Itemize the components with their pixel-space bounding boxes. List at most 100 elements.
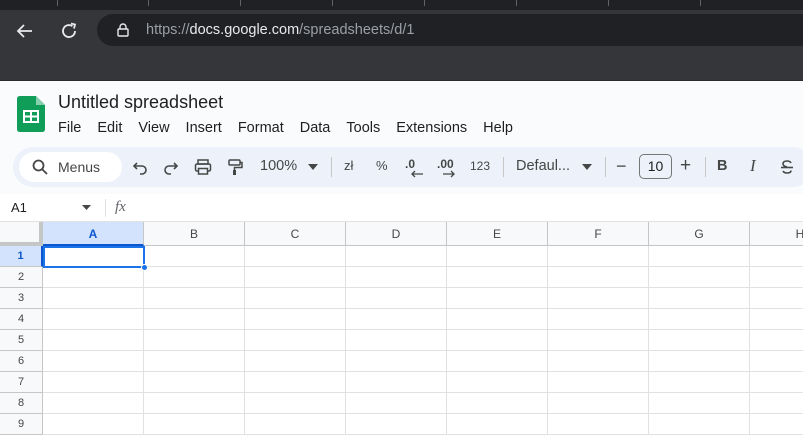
paint-format-icon [228, 159, 243, 175]
menus-search-label: Menus [58, 159, 101, 175]
arrow-right-icon [443, 170, 455, 178]
strikethrough-icon [781, 160, 793, 174]
print-button[interactable] [193, 155, 213, 179]
column-header-a[interactable]: A [43, 222, 144, 246]
menu-tools[interactable]: Tools [338, 118, 388, 140]
formula-bar: A1 fx [0, 194, 803, 222]
percent-format-button[interactable]: % [376, 158, 388, 173]
site-info-icon[interactable] [116, 23, 130, 37]
document-title[interactable]: Untitled spreadsheet [58, 92, 223, 113]
row-header-5[interactable]: 5 [0, 330, 43, 351]
browser-tab[interactable] [608, 0, 609, 6]
menu-insert[interactable]: Insert [178, 118, 230, 140]
toolbar-divider [705, 157, 706, 177]
more-formats-button[interactable]: 123 [470, 159, 490, 173]
menu-file[interactable]: File [50, 118, 89, 140]
menu-edit[interactable]: Edit [89, 118, 130, 140]
increase-decimal-button[interactable]: .00 [437, 157, 461, 179]
gridline [43, 308, 803, 309]
browser-tab[interactable] [332, 0, 333, 6]
menus-search-button[interactable]: Menus [19, 152, 122, 182]
back-button[interactable] [12, 18, 38, 44]
currency-format-button[interactable]: zł [344, 158, 353, 173]
paint-format-button[interactable] [225, 155, 245, 179]
browser-tab[interactable] [57, 0, 58, 6]
gridline [43, 413, 803, 414]
browser-tab[interactable] [148, 0, 149, 6]
browser-tab[interactable] [700, 0, 701, 6]
sheets-header: Untitled spreadsheet File Edit View Inse… [0, 81, 803, 143]
font-size-input[interactable]: 10 [639, 154, 672, 179]
row-header-1[interactable]: 1 [0, 246, 43, 267]
gridline [547, 246, 548, 435]
formula-bar-divider [105, 199, 106, 217]
print-icon [194, 159, 212, 175]
italic-button[interactable]: I [750, 156, 756, 176]
toolbar-divider [503, 157, 504, 177]
url-field[interactable]: https://docs.google.com/spreadsheets/d/1 [97, 14, 803, 46]
fill-handle[interactable] [141, 264, 148, 271]
redo-icon [164, 162, 179, 175]
browser-tab[interactable] [240, 0, 241, 6]
name-box-caret-icon[interactable] [82, 205, 91, 210]
bold-button[interactable]: B [717, 158, 727, 174]
column-header-d[interactable]: D [346, 222, 447, 246]
row-header-4[interactable]: 4 [0, 309, 43, 330]
gridline [143, 246, 144, 435]
increase-font-size-button[interactable]: + [680, 155, 691, 177]
gridline [345, 246, 346, 435]
undo-icon [132, 162, 147, 175]
gridline [43, 392, 803, 393]
fx-icon: fx [115, 199, 126, 215]
search-icon [32, 159, 48, 175]
row-header-2[interactable]: 2 [0, 267, 43, 288]
row-header-6[interactable]: 6 [0, 351, 43, 372]
row-header-7[interactable]: 7 [0, 372, 43, 393]
menu-format[interactable]: Format [230, 118, 292, 140]
zoom-select[interactable]: 100% [260, 158, 297, 174]
column-header-c[interactable]: C [245, 222, 346, 246]
gridline [446, 246, 447, 435]
browser-tab-strip [0, 0, 803, 10]
menu-help[interactable]: Help [475, 118, 521, 140]
column-header-e[interactable]: E [447, 222, 548, 246]
decrease-font-size-button[interactable]: − [616, 156, 627, 177]
toolbar-divider [605, 157, 606, 177]
active-cell-a1[interactable] [43, 246, 145, 268]
menu-extensions[interactable]: Extensions [388, 118, 475, 140]
redo-button[interactable] [162, 155, 180, 179]
font-dropdown-caret-icon[interactable] [582, 164, 592, 170]
browser-address-bar: https://docs.google.com/spreadsheets/d/1 [0, 10, 803, 50]
toolbar-area: Menus 100% zł % .0 .00 123 Defaul... − 1… [0, 143, 803, 194]
column-header-g[interactable]: G [649, 222, 750, 246]
gridline [43, 350, 803, 351]
reload-icon [62, 22, 77, 38]
gridline [43, 371, 803, 372]
spreadsheet-grid[interactable]: A B C D E F G H 1 2 3 4 5 6 7 8 9 [0, 222, 803, 435]
name-box[interactable]: A1 [11, 200, 27, 215]
sheets-logo-icon[interactable] [17, 96, 45, 132]
gridline [244, 246, 245, 435]
decrease-decimal-button[interactable]: .0 [405, 157, 427, 179]
zoom-dropdown-caret-icon[interactable] [308, 164, 318, 170]
browser-tab[interactable] [424, 0, 425, 6]
row-header-8[interactable]: 8 [0, 393, 43, 414]
menu-data[interactable]: Data [292, 118, 339, 140]
strikethrough-button[interactable] [778, 155, 796, 179]
font-family-select[interactable]: Defaul... [516, 158, 570, 174]
toolbar: Menus 100% zł % .0 .00 123 Defaul... − 1… [13, 147, 803, 187]
column-header-f[interactable]: F [548, 222, 649, 246]
reload-button[interactable] [56, 18, 82, 44]
browser-tab[interactable] [516, 0, 517, 6]
row-header-9[interactable]: 9 [0, 414, 43, 435]
column-header-h[interactable]: H [750, 222, 803, 246]
row-header-3[interactable]: 3 [0, 288, 43, 309]
undo-button[interactable] [131, 155, 149, 179]
toolbar-divider [331, 157, 332, 177]
select-all-corner[interactable] [0, 222, 43, 246]
column-header-b[interactable]: B [144, 222, 245, 246]
menu-view[interactable]: View [130, 118, 177, 140]
gridline [43, 287, 803, 288]
url-text: https://docs.google.com/spreadsheets/d/1 [146, 22, 414, 38]
back-arrow-icon [16, 24, 32, 38]
